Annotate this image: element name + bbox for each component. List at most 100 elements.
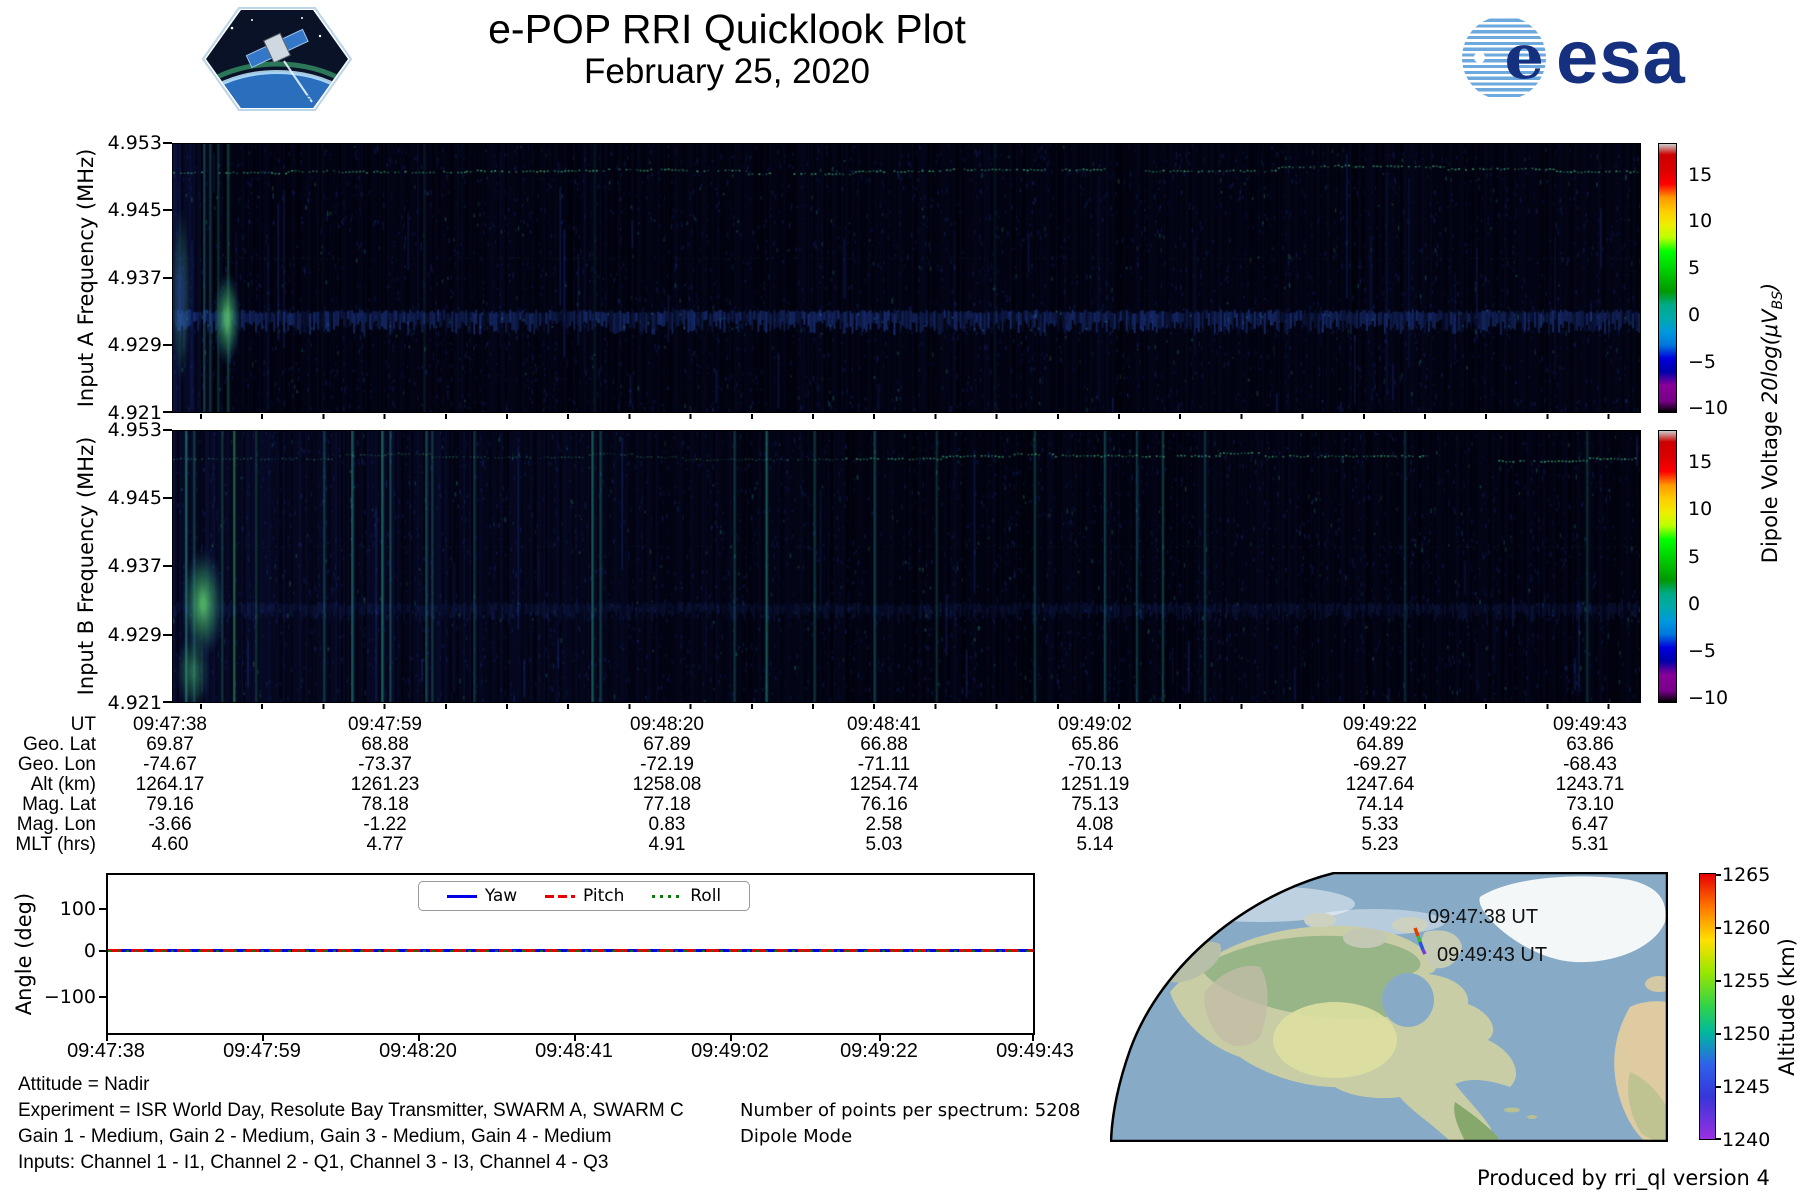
spectrogram-b-canvas [173, 431, 1640, 702]
row-label-geolat: Geo. Lat [23, 734, 96, 755]
freq-tick: 4.945 [107, 487, 162, 509]
ground-track-map [1110, 872, 1668, 1142]
altitude-colorbar [1699, 873, 1716, 1140]
tick-mark [1716, 1138, 1721, 1140]
tick-mark [99, 908, 106, 910]
tick-mark [1032, 1035, 1034, 1041]
angle-xtick: 09:49:02 [691, 1040, 769, 1062]
dipole-colorbar-label: Dipole Voltage 20log(μVBS) [1758, 283, 1786, 563]
esa-logo: e esa [1462, 16, 1686, 100]
cell: 09:49:22 [1343, 714, 1417, 735]
cell: 4.60 [151, 834, 189, 855]
cassiope-mission-logo: CASSIOPE [201, 6, 353, 112]
tick-mark [574, 1035, 576, 1041]
angle-xtick: 09:47:38 [67, 1040, 145, 1062]
cell: -3.66 [148, 814, 192, 835]
info-experiment: Experiment = ISR World Day, Resolute Bay… [18, 1100, 684, 1121]
dipole-label-close: ) [1757, 282, 1782, 291]
spectrogram-panel-a [172, 143, 1641, 413]
cell: 1243.71 [1555, 774, 1625, 795]
cell: 09:47:38 [133, 714, 207, 735]
cell: -69.27 [1353, 754, 1407, 775]
cell: 1254.74 [849, 774, 919, 795]
altitude-tick: 1245 [1722, 1076, 1771, 1098]
cell: 76.16 [860, 794, 908, 815]
altitude-tick: 1240 [1722, 1129, 1771, 1151]
colorbar-tick: −5 [1688, 351, 1717, 373]
ephemeris-column: 09:49:02 65.86 -70.13 1251.19 75.13 4.08… [1010, 715, 1180, 855]
freq-tick: 4.937 [107, 555, 162, 577]
ephemeris-column: 09:49:43 63.86 -68.43 1243.71 73.10 6.47… [1505, 715, 1675, 855]
cell: 5.14 [1076, 834, 1114, 855]
cassiope-logo-art: CASSIOPE [201, 7, 353, 111]
altitude-colorbar-label: Altitude (km) [1775, 938, 1799, 1076]
page-title: e-POP RRI Quicklook Plot [488, 6, 966, 52]
esa-globe-e: e [1504, 20, 1544, 93]
track-start-label: 09:47:38 UT [1428, 906, 1539, 928]
cell: -68.43 [1563, 754, 1617, 775]
ephemeris-column: 09:47:59 68.88 -73.37 1261.23 78.18 -1.2… [300, 715, 470, 855]
tick-mark [879, 1035, 881, 1041]
legend-label-roll: Roll [690, 886, 722, 906]
x-minor-ticks-b [172, 704, 1641, 709]
freq-tick: 4.945 [107, 199, 162, 221]
tick-mark [1716, 980, 1721, 982]
row-label-maglon: Mag. Lon [16, 814, 96, 835]
tick-mark [1716, 927, 1721, 929]
info-points: Number of points per spectrum: 5208 [740, 1100, 1081, 1121]
cell: 5.33 [1361, 814, 1399, 835]
pitch-line-icon [545, 894, 576, 898]
cell: 09:47:59 [348, 714, 422, 735]
esa-globe-icon: e [1462, 16, 1546, 100]
tick-mark [163, 634, 172, 636]
freq-tick: 4.929 [107, 334, 162, 356]
altitude-tick: 1255 [1722, 970, 1771, 992]
yaw-line-icon [446, 894, 477, 898]
attitude-legend: Yaw Pitch Roll [418, 881, 750, 911]
tick-mark [262, 1035, 264, 1041]
esa-wordmark: esa [1556, 15, 1686, 100]
freq-tick: 4.937 [107, 267, 162, 289]
dipole-colorbar-b [1658, 430, 1677, 703]
cell: 4.08 [1076, 814, 1114, 835]
angle-ytick: −100 [43, 986, 96, 1008]
cell: -73.37 [358, 754, 412, 775]
ephemeris-column: 09:48:41 66.88 -71.11 1254.74 76.16 2.58… [799, 715, 969, 855]
cell: 66.88 [860, 734, 908, 755]
cell: 6.47 [1571, 814, 1609, 835]
cell: 1261.23 [350, 774, 420, 795]
ephemeris-column: 09:47:38 69.87 -74.67 1264.17 79.16 -3.6… [85, 715, 255, 855]
tick-mark [99, 950, 106, 952]
tick-mark [163, 142, 172, 144]
cell: 67.89 [643, 734, 691, 755]
quicklook-page: CASSIOPE e-POP RRI Quicklook Plot Februa… [0, 0, 1800, 1200]
angle-xtick: 09:47:59 [223, 1040, 301, 1062]
ephemeris-row-labels: UT Geo. Lat Geo. Lon Alt (km) Mag. Lat M… [0, 715, 96, 855]
credit-text: Produced by rri_ql version 4 [1477, 1166, 1770, 1190]
cell: 79.16 [146, 794, 194, 815]
x-minor-ticks-a [172, 414, 1641, 419]
row-label-geolon: Geo. Lon [17, 754, 96, 775]
dipole-label-prefix: Dipole Voltage [1757, 404, 1782, 564]
cell: 5.31 [1571, 834, 1609, 855]
freq-tick: 4.953 [107, 419, 162, 441]
altitude-tick: 1260 [1722, 917, 1771, 939]
dipole-label-sub: BS [1770, 290, 1787, 310]
cell: 63.86 [1566, 734, 1614, 755]
tick-mark [163, 344, 172, 346]
cell: 09:48:41 [847, 714, 921, 735]
roll-line-icon [652, 894, 683, 898]
tick-mark [99, 996, 106, 998]
colorbar-tick: 0 [1688, 304, 1701, 326]
angle-xtick: 09:48:20 [379, 1040, 457, 1062]
tick-mark [163, 209, 172, 211]
tick-mark [163, 411, 172, 413]
tick-mark [1716, 1086, 1721, 1088]
tick-mark [418, 1035, 420, 1041]
colorbar-tick: 0 [1688, 593, 1701, 615]
cell: 0.83 [648, 814, 686, 835]
freq-tick: 4.929 [107, 624, 162, 646]
cell: 64.89 [1356, 734, 1404, 755]
cell: 4.77 [366, 834, 404, 855]
cell: -70.13 [1068, 754, 1122, 775]
